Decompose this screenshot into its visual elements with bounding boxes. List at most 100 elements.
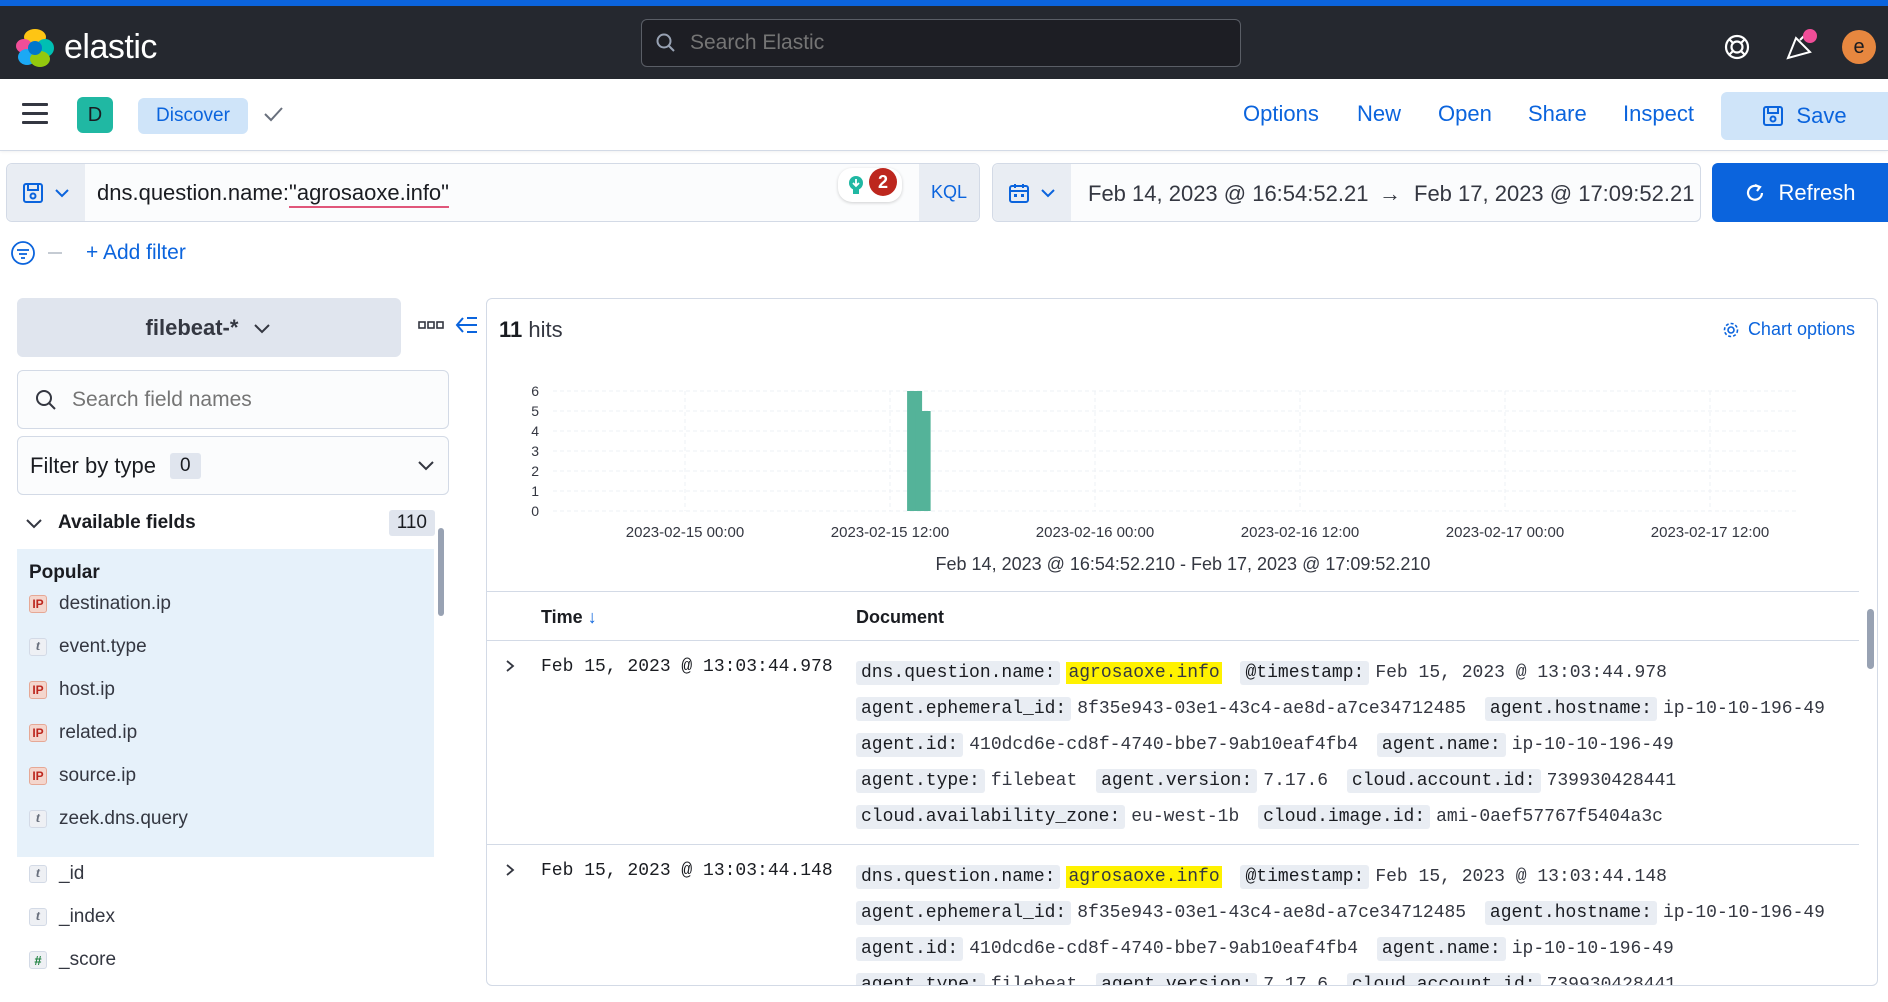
field-item[interactable]: IP related.ip bbox=[29, 720, 137, 746]
error-count-badge[interactable]: 2 bbox=[869, 168, 897, 196]
field-search[interactable] bbox=[17, 370, 449, 429]
document-field: agent.ephemeral_id: 8f35e943-03e1-43c4-ae… bbox=[856, 697, 1466, 721]
field-search-input[interactable] bbox=[72, 387, 432, 412]
scrollbar-thumb[interactable] bbox=[438, 528, 444, 616]
field-name: related.ip bbox=[59, 722, 138, 743]
field-item[interactable]: IP host.ip bbox=[29, 677, 115, 703]
x-tick-label: 2023-02-17 12:00 bbox=[1651, 524, 1769, 541]
document-field: agent.version: 7.17.6 bbox=[1096, 769, 1329, 793]
available-fields-header[interactable]: Available fields 110 bbox=[24, 508, 449, 538]
field-item[interactable]: t _id bbox=[29, 861, 84, 887]
hits-count: 11 bbox=[499, 317, 523, 342]
user-avatar[interactable]: e bbox=[1842, 30, 1876, 64]
field-name: event.type bbox=[59, 636, 147, 657]
ip-type-icon: IP bbox=[29, 724, 47, 742]
field-value: ip-10-10-196-49 bbox=[1662, 699, 1825, 719]
document-field: dns.question.name: agrosaoxe.info bbox=[856, 865, 1222, 889]
results-scrollbar[interactable] bbox=[1865, 595, 1875, 985]
field-key: @timestamp: bbox=[1240, 661, 1370, 685]
refresh-button[interactable]: Refresh bbox=[1712, 163, 1888, 222]
available-fields-label: Available fields bbox=[58, 512, 196, 533]
data-view-name: filebeat-* bbox=[145, 314, 239, 340]
y-tick-label: 6 bbox=[531, 383, 539, 399]
document-field: agent.id: 410dcd6e-cd8f-4740-bbe7-9ab10ea… bbox=[856, 733, 1359, 757]
sidebar-scrollbar[interactable] bbox=[437, 520, 445, 993]
field-item[interactable]: IP destination.ip bbox=[29, 591, 171, 617]
quick-menu-button[interactable] bbox=[993, 164, 1071, 221]
filter-by-type-label: Filter by type bbox=[30, 452, 156, 478]
collapse-sidebar-icon[interactable] bbox=[455, 314, 479, 336]
filter-by-type-count: 0 bbox=[169, 452, 201, 479]
save-button[interactable]: Save bbox=[1721, 92, 1888, 140]
document-field: agent.hostname: ip-10-10-196-49 bbox=[1484, 901, 1825, 925]
field-item[interactable]: IP source.ip bbox=[29, 763, 136, 789]
chart-options-label: Chart options bbox=[1747, 319, 1855, 339]
expand-row-icon[interactable] bbox=[503, 863, 517, 877]
open-link[interactable]: Open bbox=[1438, 101, 1492, 127]
y-tick-label: 4 bbox=[531, 423, 539, 439]
sort-descending-icon[interactable]: ↓ bbox=[588, 607, 597, 627]
field-value: Feb 15, 2023 @ 13:03:44.978 bbox=[1375, 663, 1667, 683]
filter-row: + Add filter bbox=[10, 240, 186, 266]
field-item[interactable]: t event.type bbox=[29, 634, 147, 660]
field-key: agent.hostname: bbox=[1484, 901, 1657, 925]
check-icon bbox=[264, 107, 283, 122]
global-search[interactable] bbox=[641, 19, 1241, 67]
new-link[interactable]: New bbox=[1357, 101, 1401, 127]
histogram-chart[interactable]: 0 1 2 3 4 5 6 2023-02-15 00:00 2023-02-15 12:00 2… bbox=[487, 377, 1878, 552]
column-time[interactable]: Time ↓ bbox=[541, 607, 597, 628]
column-time-label: Time bbox=[541, 607, 583, 627]
chevron-down-icon bbox=[254, 323, 271, 333]
expand-row-icon[interactable] bbox=[503, 659, 517, 673]
inspect-link[interactable]: Inspect bbox=[1623, 101, 1694, 127]
query-bar[interactable]: dns.question.name:"agrosaoxe.info" 2 KQL bbox=[6, 163, 980, 222]
histogram-bar bbox=[915, 411, 931, 511]
options-link[interactable]: Options bbox=[1243, 101, 1319, 127]
field-item[interactable]: t zeek.dns.query bbox=[29, 806, 188, 832]
document-field: agent.name: ip-10-10-196-49 bbox=[1376, 733, 1674, 757]
global-search-input[interactable] bbox=[690, 31, 1230, 55]
document-field: agent.version: 7.17.6 bbox=[1096, 973, 1328, 985]
field-key: agent.name: bbox=[1376, 733, 1506, 757]
help-icon[interactable] bbox=[1722, 32, 1752, 62]
field-key: cloud.account.id: bbox=[1346, 973, 1541, 985]
document-field: cloud.account.id: 739930428441 bbox=[1346, 769, 1676, 793]
document-field: cloud.account.id: 739930428441 bbox=[1346, 973, 1677, 986]
filter-menu-icon[interactable] bbox=[10, 240, 36, 266]
divider bbox=[48, 252, 62, 254]
logo-text: elastic bbox=[64, 28, 157, 66]
query-input[interactable]: dns.question.name:"agrosaoxe.info" bbox=[97, 180, 449, 206]
more-options-icon[interactable] bbox=[418, 320, 444, 330]
query-language-button[interactable]: KQL bbox=[919, 164, 979, 221]
field-value: Feb 15, 2023 @ 13:03:44.148 bbox=[1375, 867, 1667, 887]
data-view-picker[interactable]: filebeat-* bbox=[17, 298, 401, 357]
field-value: 7.17.6 bbox=[1263, 771, 1329, 791]
filter-by-type[interactable]: Filter by type 0 bbox=[17, 436, 449, 495]
field-item[interactable]: # _score bbox=[29, 947, 116, 973]
document-field: agent.type: filebeat bbox=[856, 769, 1077, 793]
space-avatar[interactable]: D bbox=[77, 97, 113, 133]
field-value: 410dcd6e-cd8f-4740-bbe7-9ab10eaf4fb4 bbox=[969, 735, 1359, 755]
document-field: agent.hostname: ip-10-10-196-49 bbox=[1484, 697, 1825, 721]
start-date[interactable]: Feb 14, 2023 @ 16:54:52.21 bbox=[1088, 181, 1368, 207]
date-picker[interactable]: Feb 14, 2023 @ 16:54:52.21 → Feb 17, 202… bbox=[992, 163, 1701, 222]
saved-query-button[interactable] bbox=[7, 164, 85, 221]
highlighted-value: agrosaoxe.info bbox=[1066, 866, 1222, 888]
elastic-logo[interactable]: elastic bbox=[16, 28, 157, 67]
chevron-down-icon bbox=[55, 188, 69, 197]
time-range-label: Feb 14, 2023 @ 16:54:52.210 - Feb 17, 20… bbox=[935, 554, 1431, 574]
add-filter-button[interactable]: + Add filter bbox=[86, 241, 186, 265]
scrollbar-thumb[interactable] bbox=[1867, 609, 1874, 669]
breadcrumb-discover[interactable]: Discover bbox=[138, 98, 248, 134]
query-value: "agrosaoxe.info" bbox=[289, 180, 449, 205]
field-item[interactable]: t _index bbox=[29, 904, 115, 930]
arrow-right-icon: → bbox=[1379, 181, 1401, 206]
chart-options-button[interactable]: Chart options bbox=[1722, 319, 1855, 340]
field-value: 739930428441 bbox=[1546, 975, 1677, 986]
share-link[interactable]: Share bbox=[1528, 101, 1587, 127]
end-date[interactable]: Feb 17, 2023 @ 17:09:52.21 bbox=[1414, 181, 1694, 207]
ip-type-icon: IP bbox=[29, 681, 47, 699]
app-bar: D Discover Options New Open Share Inspec… bbox=[0, 79, 1888, 151]
menu-icon[interactable] bbox=[22, 103, 48, 125]
field-key: dns.question.name: bbox=[856, 661, 1061, 685]
